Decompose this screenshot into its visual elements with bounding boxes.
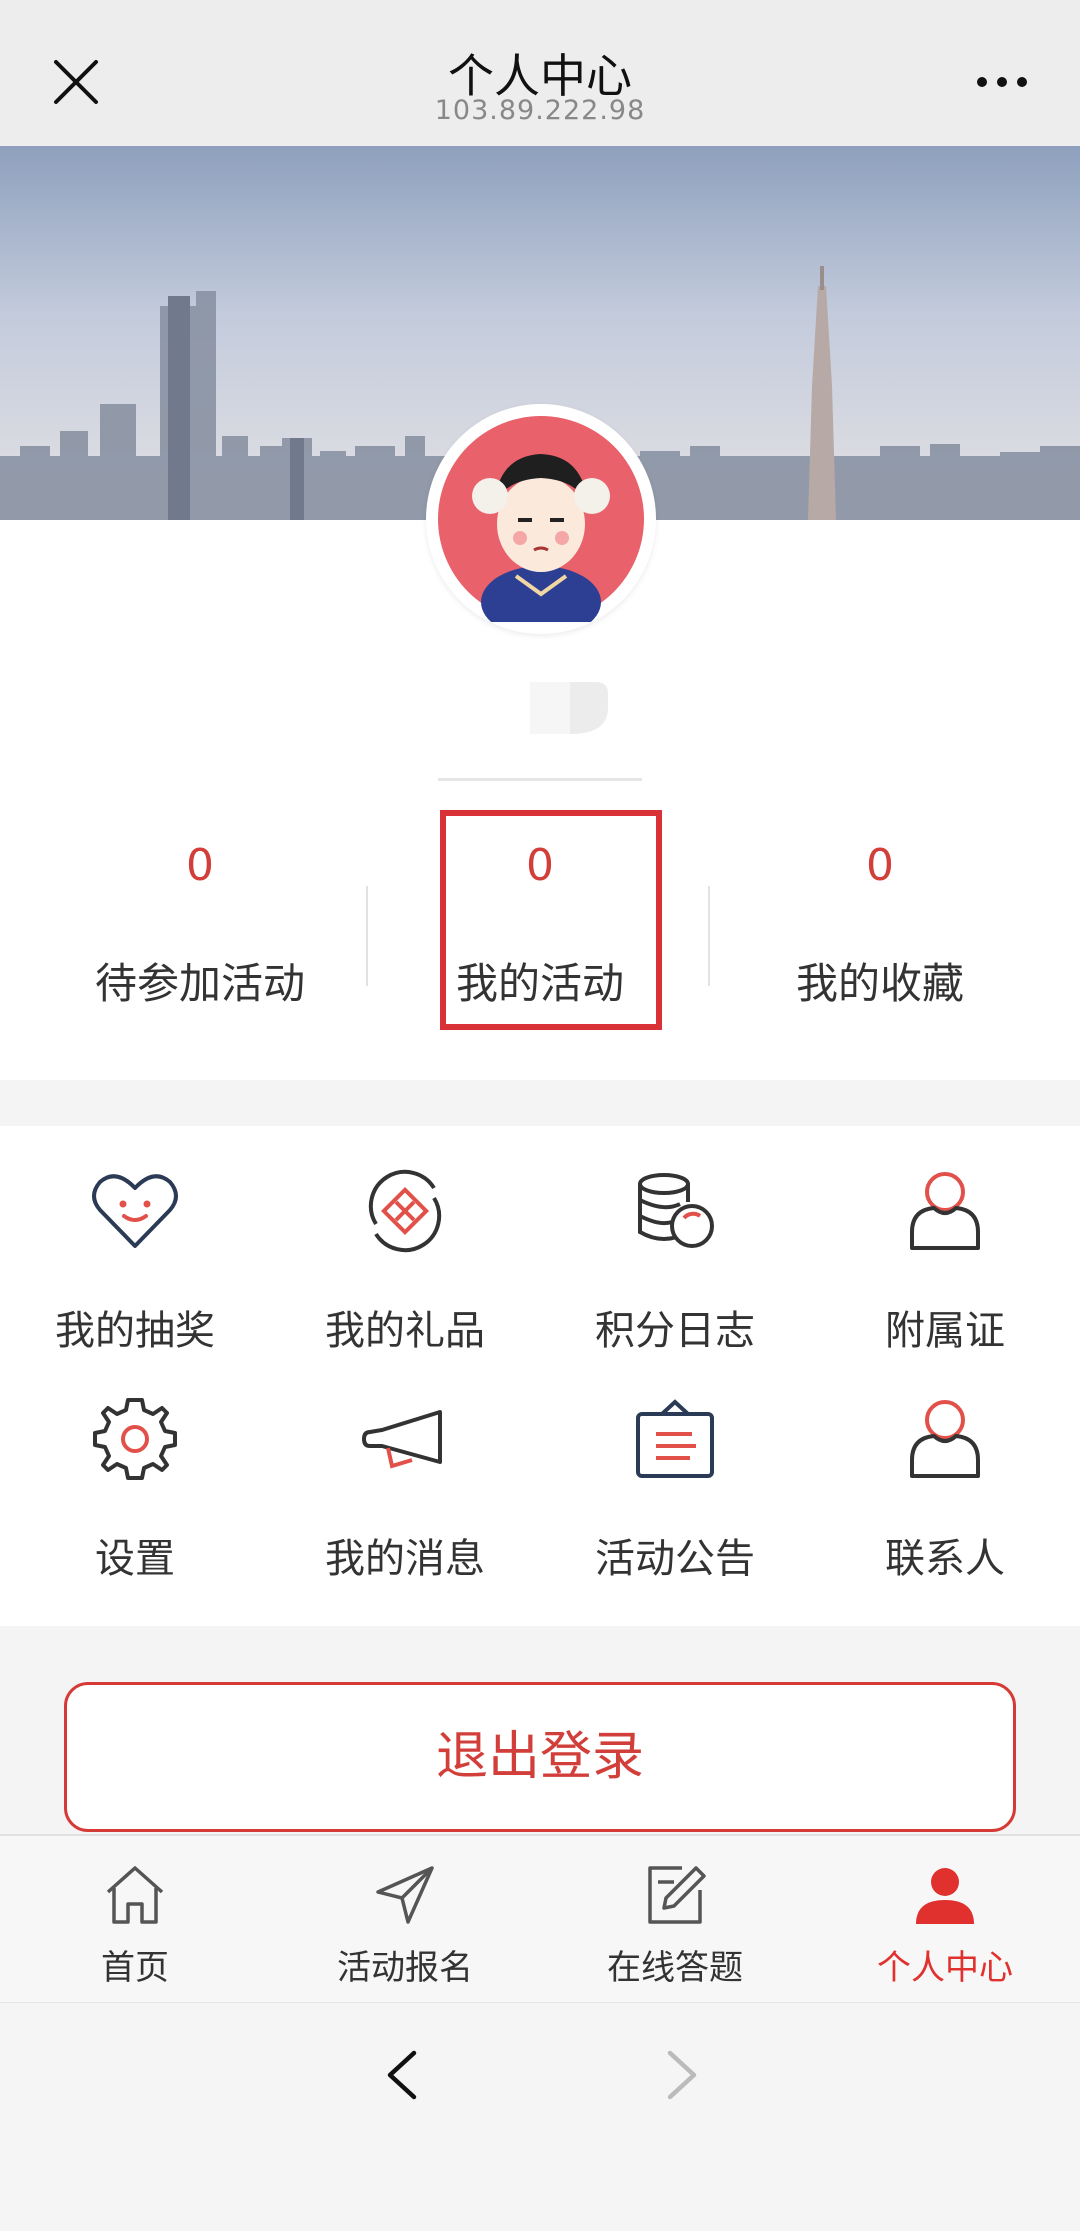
tab-personal-center[interactable]: 个人中心 bbox=[810, 1836, 1080, 2004]
avatar[interactable] bbox=[426, 404, 656, 638]
menu-label: 设置 bbox=[95, 1536, 175, 1582]
logout-button[interactable]: 退出登录 bbox=[64, 1682, 1016, 1832]
home-icon bbox=[106, 1866, 164, 1924]
menu-label: 附属证 bbox=[885, 1308, 1005, 1354]
menu-label: 联系人 bbox=[885, 1536, 1005, 1582]
menu-item-affiliate-card[interactable]: 附属证 bbox=[810, 1126, 1080, 1354]
gear-icon bbox=[93, 1398, 177, 1480]
name-placeholder-icon bbox=[530, 682, 608, 734]
stat-my-favorites[interactable]: 0 我的收藏 bbox=[700, 800, 1060, 1040]
send-icon bbox=[376, 1866, 434, 1924]
menu-label: 我的礼品 bbox=[325, 1308, 485, 1354]
page-url: 103.89.222.98 bbox=[434, 95, 646, 126]
menu-item-lottery[interactable]: 我的抽奖 bbox=[0, 1126, 270, 1354]
tab-activity-signup[interactable]: 活动报名 bbox=[270, 1836, 540, 2004]
tab-home[interactable]: 首页 bbox=[0, 1836, 270, 2004]
menu-item-settings[interactable]: 设置 bbox=[0, 1354, 270, 1582]
menu-item-announcements[interactable]: 活动公告 bbox=[540, 1354, 810, 1582]
person-icon bbox=[910, 1172, 980, 1250]
tab-label: 首页 bbox=[101, 1948, 169, 1988]
cartoon-avatar-icon bbox=[438, 416, 644, 638]
heart-smile-icon bbox=[92, 1174, 178, 1248]
gift-icon bbox=[368, 1169, 442, 1253]
tab-online-quiz[interactable]: 在线答题 bbox=[540, 1836, 810, 2004]
tab-label: 个人中心 bbox=[877, 1948, 1013, 1988]
edit-icon bbox=[648, 1866, 706, 1924]
tab-label: 活动报名 bbox=[337, 1948, 473, 1988]
notice-board-icon bbox=[636, 1399, 714, 1478]
highlight-box bbox=[440, 810, 662, 1030]
megaphone-icon bbox=[362, 1410, 442, 1469]
more-icon[interactable] bbox=[974, 72, 1030, 92]
menu-label: 我的抽奖 bbox=[55, 1308, 215, 1354]
stat-value: 0 bbox=[866, 840, 894, 891]
tab-label: 在线答题 bbox=[607, 1948, 743, 1988]
stat-pending-activities[interactable]: 0 待参加活动 bbox=[20, 800, 380, 1040]
top-bar: 个人中心 103.89.222.98 bbox=[0, 0, 1080, 146]
contact-icon bbox=[910, 1400, 980, 1478]
back-arrow-icon[interactable] bbox=[380, 2047, 424, 2103]
menu-item-gifts[interactable]: 我的礼品 bbox=[270, 1126, 540, 1354]
bottom-tab-bar: 首页 活动报名 在线答题 个人中心 bbox=[0, 1834, 1080, 2002]
menu-item-points-log[interactable]: 积分日志 bbox=[540, 1126, 810, 1354]
menu-label: 活动公告 bbox=[595, 1536, 755, 1582]
coins-icon bbox=[638, 1173, 714, 1248]
forward-arrow-icon[interactable] bbox=[660, 2047, 704, 2103]
menu-item-contacts[interactable]: 联系人 bbox=[810, 1354, 1080, 1582]
stat-value: 0 bbox=[186, 840, 214, 891]
menu-label: 积分日志 bbox=[595, 1308, 755, 1354]
menu-grid: 我的抽奖 我的礼品 积分日志 附属证 设置 我的消息 活动公告 联系人 bbox=[0, 1126, 1080, 1626]
user-icon bbox=[916, 1868, 974, 1924]
name-underline bbox=[438, 778, 642, 781]
stat-label: 待参加活动 bbox=[94, 959, 305, 1008]
stat-label: 我的收藏 bbox=[795, 959, 964, 1008]
menu-label: 我的消息 bbox=[325, 1536, 485, 1582]
menu-item-messages[interactable]: 我的消息 bbox=[270, 1354, 540, 1582]
browser-nav-bar bbox=[0, 2002, 1080, 2231]
